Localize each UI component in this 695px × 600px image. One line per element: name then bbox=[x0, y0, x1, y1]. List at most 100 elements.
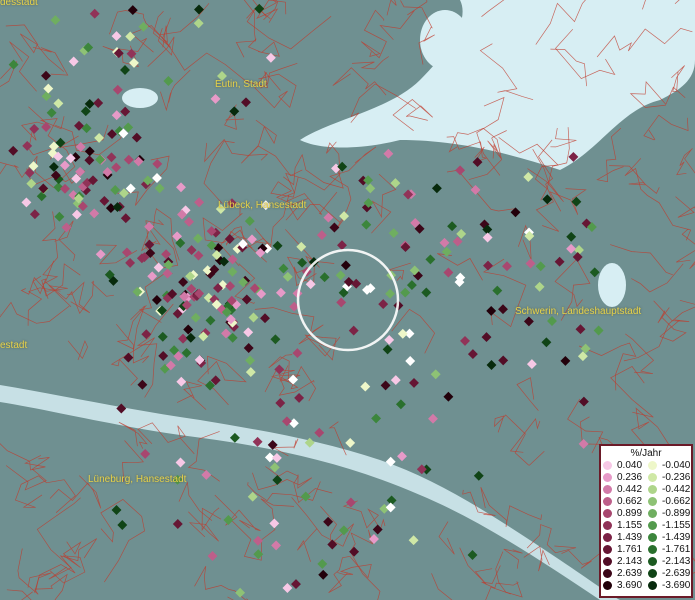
measurement-point bbox=[95, 154, 106, 165]
measurement-point bbox=[194, 197, 205, 208]
measurement-point bbox=[380, 380, 391, 391]
measurement-point bbox=[123, 154, 134, 165]
measurement-point bbox=[29, 209, 40, 220]
measurement-point bbox=[123, 352, 134, 363]
measurement-point bbox=[54, 211, 65, 222]
measurement-point bbox=[89, 208, 100, 219]
measurement-point bbox=[161, 249, 172, 260]
measurement-point bbox=[193, 250, 204, 261]
legend-swatch bbox=[603, 485, 612, 494]
measurement-point bbox=[53, 98, 64, 109]
measurement-point bbox=[388, 228, 399, 239]
admin-border bbox=[332, 67, 387, 96]
legend-swatch bbox=[603, 509, 612, 518]
admin-border bbox=[49, 541, 86, 584]
legend-swatch bbox=[648, 473, 657, 482]
admin-border bbox=[229, 498, 295, 561]
measurement-point bbox=[482, 232, 493, 243]
place-label-luebeck: Lübeck, Hansestadt bbox=[218, 200, 307, 211]
measurement-point bbox=[243, 343, 254, 353]
measurement-point bbox=[378, 299, 389, 310]
measurement-point bbox=[385, 502, 396, 513]
measurement-point bbox=[319, 272, 330, 283]
admin-border bbox=[34, 538, 97, 593]
measurement-point bbox=[241, 97, 251, 108]
measurement-point bbox=[260, 313, 270, 324]
measurement-point bbox=[84, 146, 95, 157]
lake-eutin bbox=[122, 88, 158, 108]
measurement-point bbox=[271, 540, 282, 551]
measurement-point bbox=[498, 355, 509, 366]
measurement-point bbox=[176, 376, 187, 387]
map-view[interactable]: Eutin, Stadt Lübeck, Hansestadt Schwerin… bbox=[0, 0, 695, 600]
admin-border bbox=[459, 547, 493, 585]
measurement-point bbox=[428, 413, 438, 424]
measurement-point bbox=[525, 258, 536, 269]
measurement-point bbox=[486, 305, 497, 316]
place-label-schwerin: Schwerin, Landeshauptstadt bbox=[515, 306, 642, 317]
measurement-point bbox=[274, 364, 285, 375]
place-label-eutin: Eutin, Stadt bbox=[215, 79, 267, 90]
measurement-point bbox=[121, 247, 132, 258]
measurement-point bbox=[385, 288, 396, 299]
measurement-point bbox=[360, 381, 371, 392]
legend-swatch bbox=[648, 581, 657, 590]
legend-swatch bbox=[603, 569, 612, 578]
measurement-point bbox=[383, 148, 394, 159]
legend-swatch bbox=[603, 473, 612, 482]
measurement-point bbox=[535, 261, 546, 272]
measurement-point bbox=[400, 287, 411, 298]
measurement-point bbox=[111, 162, 122, 173]
legend-swatch bbox=[648, 557, 657, 566]
measurement-point bbox=[175, 457, 186, 468]
legend-value: -2.143 bbox=[662, 556, 691, 567]
measurement-point bbox=[89, 8, 100, 19]
legend-value: -0.442 bbox=[662, 484, 691, 495]
admin-border bbox=[100, 498, 145, 583]
admin-border bbox=[178, 481, 213, 521]
measurement-point bbox=[184, 216, 194, 227]
admin-border bbox=[631, 263, 684, 293]
measurement-point bbox=[345, 497, 356, 508]
measurement-point bbox=[439, 237, 450, 248]
measurement-point bbox=[201, 469, 212, 480]
measurement-point bbox=[409, 377, 419, 388]
measurement-point bbox=[178, 333, 188, 344]
measurement-point bbox=[572, 252, 583, 262]
legend-swatch bbox=[603, 497, 612, 506]
measurement-point bbox=[481, 332, 492, 343]
measurement-point bbox=[111, 505, 122, 515]
measurement-point bbox=[578, 438, 589, 449]
measurement-point bbox=[61, 222, 72, 233]
measurement-point bbox=[492, 285, 503, 296]
measurement-point bbox=[316, 230, 327, 241]
admin-border bbox=[624, 158, 692, 241]
measurement-point bbox=[314, 427, 325, 438]
measurement-point bbox=[68, 56, 79, 67]
measurement-point bbox=[578, 396, 589, 407]
measurement-point bbox=[194, 4, 204, 15]
measurement-point bbox=[593, 325, 604, 336]
measurement-point bbox=[318, 569, 329, 580]
legend-title: %/Jahr bbox=[630, 448, 662, 459]
sea-area bbox=[300, 0, 695, 170]
measurement-point bbox=[395, 399, 406, 410]
measurement-point bbox=[225, 281, 236, 292]
measurement-point bbox=[349, 546, 360, 557]
measurement-point bbox=[384, 334, 395, 345]
place-label-edge-left: estadt bbox=[0, 340, 28, 351]
map-canvas[interactable] bbox=[0, 0, 695, 600]
legend-value: -0.236 bbox=[662, 472, 691, 483]
admin-border bbox=[337, 556, 372, 579]
measurement-point bbox=[36, 191, 47, 202]
measurement-point bbox=[190, 312, 201, 323]
legend-swatch bbox=[648, 509, 657, 518]
measurement-point bbox=[253, 549, 264, 560]
measurement-point bbox=[120, 106, 131, 117]
measurement-point bbox=[84, 155, 95, 166]
admin-border bbox=[66, 280, 114, 315]
measurement-point bbox=[371, 413, 382, 424]
measurement-point bbox=[272, 240, 283, 251]
measurement-point bbox=[526, 359, 537, 370]
legend-swatch bbox=[648, 521, 657, 530]
